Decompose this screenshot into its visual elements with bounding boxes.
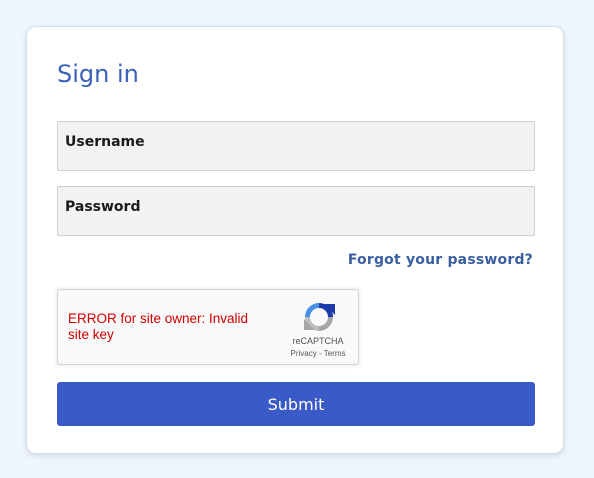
page-title: Sign in [57,60,139,88]
forgot-password-link[interactable]: Forgot your password? [348,252,533,268]
recaptcha-privacy-terms-links[interactable]: Privacy - Terms [278,349,358,358]
recaptcha-error-text: ERROR for site owner: Invalid site key [68,311,249,342]
recaptcha-widget[interactable]: ERROR for site owner: Invalid site key r… [57,289,359,365]
recaptcha-logo-icon [304,303,335,331]
username-input[interactable] [57,121,535,171]
submit-button[interactable]: Submit [57,382,535,426]
password-input[interactable] [57,186,535,236]
recaptcha-brand-label: reCAPTCHA [292,336,344,346]
signin-card: Sign in Forgot your password? ERROR for … [26,26,564,454]
